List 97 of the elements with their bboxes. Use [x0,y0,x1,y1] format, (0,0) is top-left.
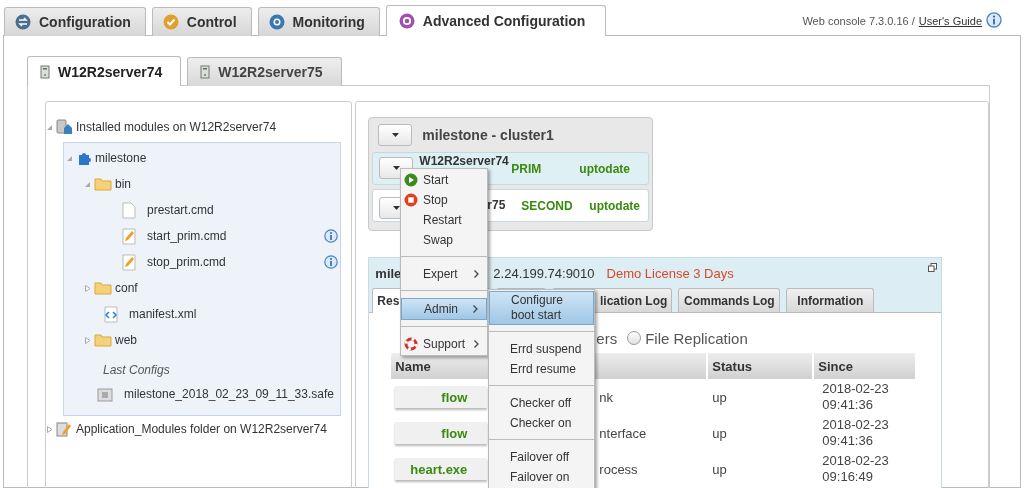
section-label: Last Configs [102,362,171,379]
check-icon [162,14,179,30]
folder-icon [94,333,112,347]
table-cell-text: 2018-02-23 09:41:36 [822,380,890,414]
expanded-arrow-icon[interactable] [67,154,73,162]
caret-icon [392,166,400,170]
menu-item[interactable]: Support [401,334,487,354]
menu-item[interactable]: Admin [401,298,487,320]
column-header: Since [814,353,916,379]
license-text: Demo License 3 Days [606,265,734,281]
tab[interactable]: Commands Log [678,288,781,312]
notepad-icon [56,421,73,437]
tab[interactable]: W12R2server74 [27,56,182,86]
pencil-document-icon [122,253,136,271]
cluster-title: milestone - cluster1 [422,127,554,143]
server-icon [200,65,211,79]
chevron-icon [474,340,479,348]
version-text: Web console 7.3.0.16 / [802,14,915,27]
server-role: SECOND [521,198,574,213]
menu-item[interactable]: Checker on [489,413,594,433]
table-cell: up [712,461,727,477]
code-document-icon [104,305,118,323]
tree-item[interactable]: web [115,333,137,347]
menu-item[interactable]: Checker off [489,393,594,413]
server-state: uptodate [589,198,641,213]
radio-label[interactable]: File Replication [645,329,748,347]
arrows-icon [15,14,31,30]
folder-icon [94,177,112,191]
caret-icon [392,206,400,210]
tab[interactable]: Control [151,7,252,36]
menu-item[interactable]: Expert [401,264,487,284]
info-icon[interactable] [986,12,1002,29]
folder-icon [94,281,112,295]
tree-item[interactable]: manifest.xml [129,307,197,321]
tab[interactable]: W12R2server75 [187,57,342,86]
radio-button[interactable] [627,331,642,345]
server-icon [40,64,50,79]
server-role: PRIM [511,161,543,176]
tree-item[interactable]: start_prim.cmd [147,229,227,243]
document-icon [122,201,136,219]
play-icon [404,173,418,187]
menu-item[interactable]: Configure boot start [489,291,594,325]
server-name: r75 [487,197,506,211]
tree-item[interactable]: Installed modules on W12R2server74 [76,120,277,134]
menu-item[interactable]: Stop [401,190,487,210]
table-cell: up [712,389,727,405]
dropdown-button[interactable] [378,124,413,146]
guide-link[interactable]: User's Guide [918,14,982,27]
pencil-document-icon [122,227,136,245]
server-icon [56,119,73,135]
tab[interactable]: Information [786,288,875,312]
archive-icon [97,386,113,402]
process-button[interactable]: flow [395,422,488,444]
collapsed-arrow-icon[interactable] [47,425,53,433]
tree-item[interactable]: milestone [95,151,147,165]
server-state: uptodate [579,161,630,176]
tree-item[interactable]: milestone_2018_02_23_09_11_33.safe [124,387,334,401]
chevron-icon [473,305,478,313]
lifebuoy-icon [404,337,418,351]
table-cell: nterface [599,425,647,441]
collapsed-arrow-icon[interactable] [85,284,91,292]
collapsed-arrow-icon[interactable] [85,336,91,344]
tab[interactable]: Monitoring [257,7,380,36]
module-address: 2.24.199.74:9010 [493,265,595,281]
tree-item[interactable]: Application_Modules folder on W12R2server74 [76,422,327,436]
puzzle-icon [76,150,92,166]
process-button[interactable]: flow [395,386,488,408]
target-icon [268,14,285,30]
menu-item[interactable]: Failover on [489,467,594,487]
stop-icon [404,193,418,207]
process-button[interactable]: heart.exe [395,458,488,480]
table-cell: nk [599,389,614,405]
menu-item[interactable]: Failover off [489,447,594,467]
table-cell-text: 2018-02-23 09:16:49 [822,452,890,486]
expanded-arrow-icon[interactable] [47,123,53,131]
tree-item[interactable]: prestart.cmd [147,203,214,217]
menu-item[interactable]: Errd suspend [489,339,594,359]
table-cell: rocess [599,461,638,477]
tree-item[interactable]: bin [115,177,131,191]
tree-item[interactable]: conf [115,281,138,295]
table-cell: up [712,425,727,441]
info-icon[interactable] [324,254,339,270]
radio-label: ers [596,329,618,347]
server-name: W12R2server74 [419,155,510,167]
caret-icon [391,133,399,137]
chevron-icon [474,270,479,278]
menu-item[interactable]: Errd resume [489,359,594,379]
table-cell-text: 2018-02-23 09:41:36 [822,416,890,450]
column-header: Status [708,353,813,379]
module-title: mile [375,265,402,281]
tab[interactable]: Configuration [4,7,146,36]
tree-item[interactable]: stop_prim.cmd [147,255,226,269]
popout-icon[interactable] [928,263,938,272]
expanded-arrow-icon[interactable] [85,180,91,188]
menu-item[interactable]: Swap [401,230,487,250]
tab[interactable]: Advanced Configuration [385,5,607,36]
info-icon[interactable] [324,228,339,244]
